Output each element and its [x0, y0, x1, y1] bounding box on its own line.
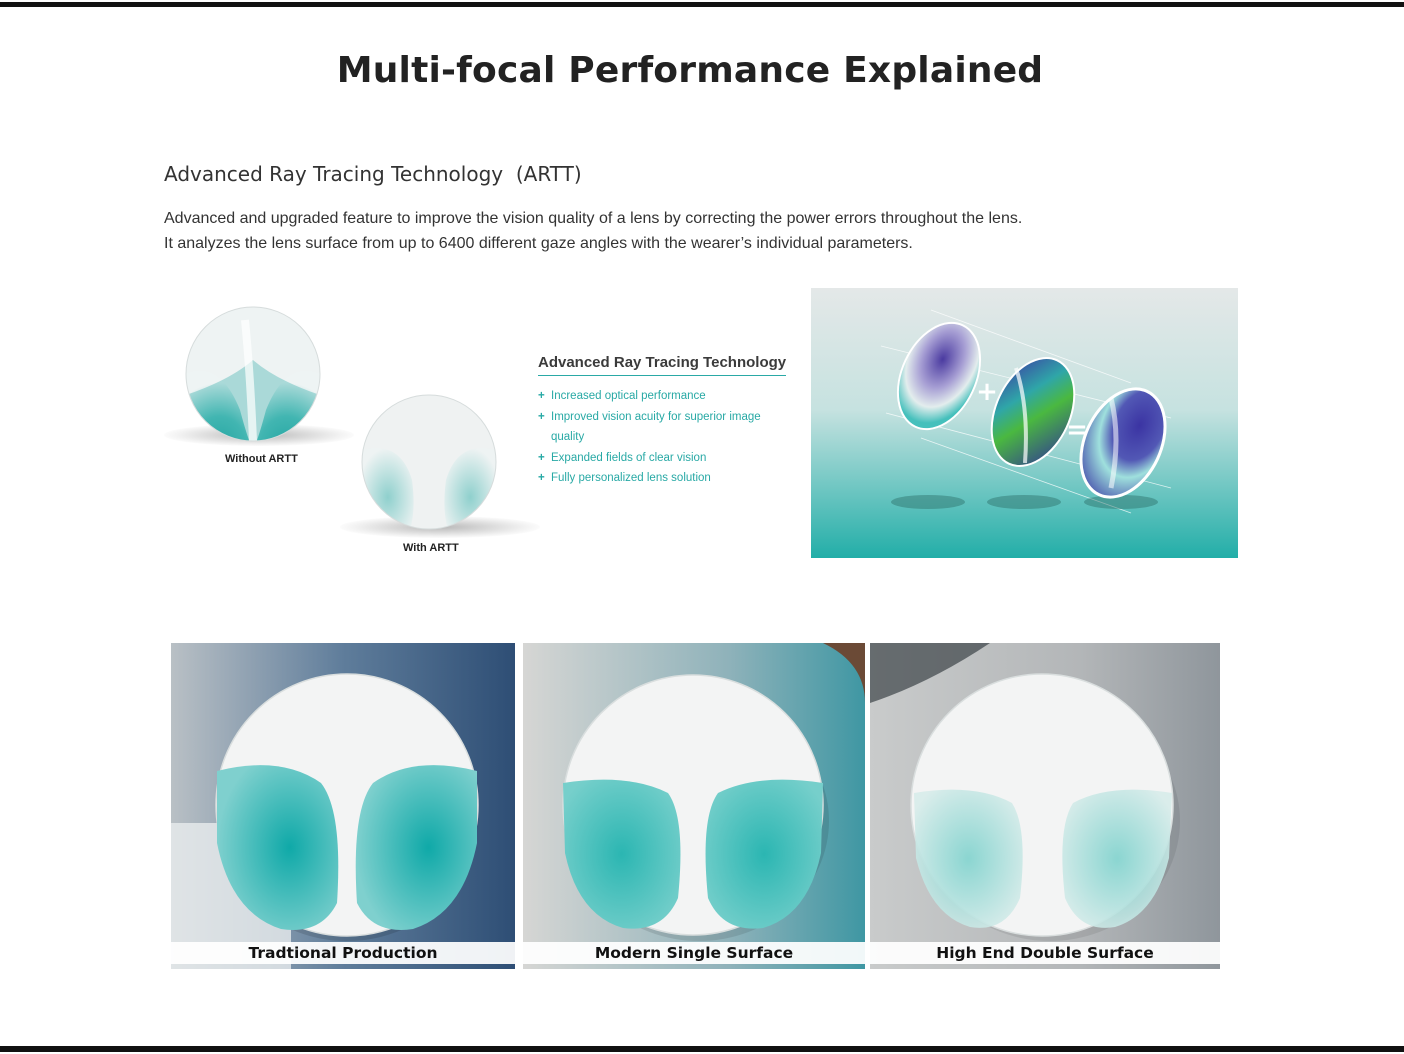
tile-caption: Tradtional Production — [171, 942, 515, 964]
equals-symbol: = — [1066, 415, 1088, 445]
list-item: + Fully personalized lens solution — [538, 468, 788, 489]
plus-symbol: + — [976, 377, 998, 407]
list-item: + Improved vision acuity for superior ima… — [538, 407, 788, 428]
list-item: quality — [538, 427, 788, 448]
artt-feature-box: Advanced Ray Tracing Technology + Increas… — [538, 354, 788, 489]
production-tile-traditional: Tradtional Production — [171, 643, 515, 969]
production-tile-modern-single: Modern Single Surface — [523, 643, 865, 969]
high-end-double-surface-image — [870, 643, 1220, 969]
tile-caption: Modern Single Surface — [523, 942, 865, 964]
page-title: Multi-focal Performance Explained — [336, 50, 1044, 91]
lens-with-artt-image — [361, 394, 497, 530]
artt-description-line-1: Advanced and upgraded feature to improve… — [164, 210, 1023, 227]
list-item-text: Improved vision acuity for superior imag… — [551, 410, 761, 423]
artt-feature-list: + Increased optical performance + Improved… — [538, 386, 788, 489]
list-item-text: Fully personalized lens solution — [551, 472, 711, 484]
artt-illustration-image: + = — [811, 288, 1238, 558]
list-item-text: Increased optical performance — [551, 390, 706, 402]
lens-without-artt-image — [185, 306, 321, 442]
list-item-text: Expanded fields of clear vision — [551, 451, 707, 464]
plus-icon: + — [538, 410, 545, 423]
lens-with-artt: With ARTT — [340, 390, 540, 560]
tile-caption: High End Double Surface — [870, 942, 1220, 964]
without-artt-label: Without ARTT — [225, 453, 298, 465]
production-tile-high-end-double: High End Double Surface — [870, 643, 1220, 969]
artt-description-line-2: It analyzes the lens surface from up to … — [164, 235, 913, 252]
modern-single-surface-image — [523, 643, 865, 969]
top-border-bar — [0, 2, 1404, 7]
artt-feature-title: Advanced Ray Tracing Technology — [538, 354, 787, 376]
list-item-text: quality — [551, 431, 585, 443]
traditional-production-image — [171, 643, 515, 969]
list-item: + Expanded fields of clear vision — [538, 448, 788, 469]
bottom-border-bar — [0, 1046, 1404, 1052]
with-artt-label: With ARTT — [403, 542, 459, 554]
plus-icon: + — [538, 390, 545, 402]
artt-illustration: + = — [811, 288, 1238, 558]
lens-without-artt: Without ARTT — [160, 300, 360, 470]
list-item: + Increased optical performance — [538, 386, 788, 407]
plus-icon: + — [538, 472, 545, 484]
artt-heading: Advanced Ray Tracing Technology (ARTT) — [164, 162, 582, 186]
plus-icon: + — [538, 451, 545, 464]
